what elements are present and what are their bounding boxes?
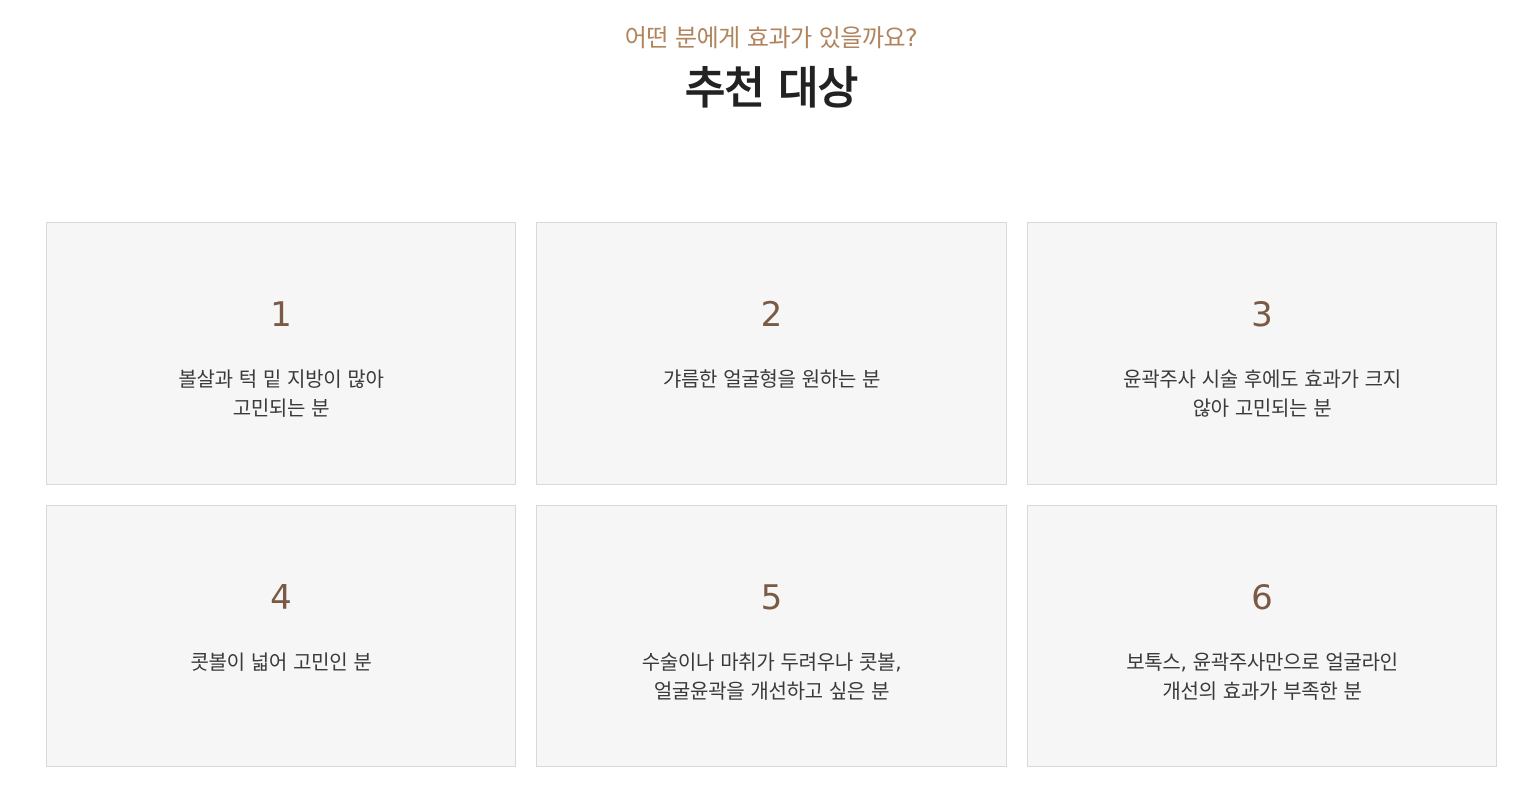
recommendation-card-4: 4 콧볼이 넓어 고민인 분 — [46, 505, 516, 767]
recommendation-card-2: 2 갸름한 얼굴형을 원하는 분 — [536, 222, 1007, 485]
section-eyebrow: 어떤 분에게 효과가 있을까요? — [624, 24, 918, 52]
recommendation-grid: 1 볼살과 턱 밑 지방이 많아 고민되는 분 2 갸름한 얼굴형을 원하는 분… — [46, 222, 1497, 767]
card-number: 3 — [1251, 295, 1273, 335]
card-number: 1 — [270, 295, 292, 335]
card-text: 갸름한 얼굴형을 원하는 분 — [662, 367, 881, 391]
recommendation-card-6: 6 보톡스, 윤곽주사만으로 얼굴라인 개선의 효과가 부족한 분 — [1027, 505, 1497, 767]
card-text: 윤곽주사 시술 후에도 효과가 크지 않아 고민되는 분 — [1123, 367, 1401, 420]
card-number: 6 — [1251, 578, 1273, 618]
card-number: 2 — [760, 295, 783, 335]
recommendation-card-5: 5 수술이나 마취가 두려우나 콧볼, 얼굴윤곽을 개선하고 싶은 분 — [536, 505, 1007, 767]
card-text: 볼살과 턱 밑 지방이 많아 고민되는 분 — [178, 367, 384, 420]
card-number: 4 — [270, 578, 292, 618]
card-text: 콧볼이 넓어 고민인 분 — [190, 650, 372, 674]
card-number: 5 — [760, 578, 783, 618]
section-title: 추천 대상 — [684, 63, 858, 114]
recommendation-card-1: 1 볼살과 턱 밑 지방이 많아 고민되는 분 — [46, 222, 516, 485]
card-text: 보톡스, 윤곽주사만으로 얼굴라인 개선의 효과가 부족한 분 — [1126, 650, 1398, 703]
card-text: 수술이나 마취가 두려우나 콧볼, 얼굴윤곽을 개선하고 싶은 분 — [641, 650, 902, 703]
recommendation-card-3: 3 윤곽주사 시술 후에도 효과가 크지 않아 고민되는 분 — [1027, 222, 1497, 485]
